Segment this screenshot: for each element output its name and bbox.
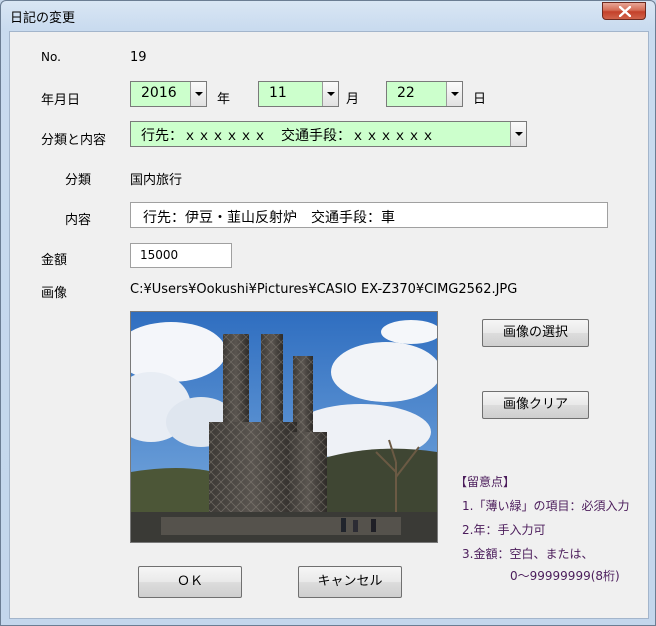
- year-value: 2016: [141, 85, 177, 101]
- content-label: 内容: [65, 213, 92, 228]
- photo-reflector-furnace: [131, 312, 437, 542]
- window-title: 日記の変更: [10, 11, 76, 26]
- chevron-down-icon: [327, 92, 335, 96]
- category-content-combo[interactable]: 行先：ｘｘｘｘｘｘ 交通手段：ｘｘｘｘｘｘ: [130, 121, 527, 147]
- close-button[interactable]: [602, 2, 646, 20]
- month-combo[interactable]: 11: [258, 81, 339, 107]
- day-unit: 日: [473, 92, 487, 107]
- day-dropdown-arrow[interactable]: [446, 82, 462, 106]
- category-content-dropdown-arrow[interactable]: [510, 122, 526, 146]
- category-content-value: 行先：ｘｘｘｘｘｘ 交通手段：ｘｘｘｘｘｘ: [141, 128, 435, 144]
- note-item: 1.「薄い緑」の項目：必須入力: [462, 499, 630, 513]
- clear-image-button[interactable]: 画像クリア: [482, 391, 589, 419]
- select-image-button[interactable]: 画像の選択: [482, 319, 589, 347]
- category-content-label: 分類と内容: [41, 133, 107, 148]
- chevron-down-icon: [195, 92, 203, 96]
- no-value: 19: [130, 50, 147, 65]
- ok-button[interactable]: ＯＫ: [138, 566, 242, 598]
- image-path: C:¥Users¥Ookushi¥Pictures¥CASIO EX-Z370¥…: [130, 282, 518, 297]
- date-label: 年月日: [41, 93, 81, 108]
- note-item: 2.年：手入力可: [462, 523, 546, 537]
- note-item: 0～99999999(8桁): [510, 569, 620, 583]
- month-unit: 月: [346, 92, 360, 107]
- title-bar[interactable]: 日記の変更: [1, 1, 655, 29]
- category-value: 国内旅行: [130, 173, 183, 188]
- amount-field[interactable]: 15000: [130, 243, 232, 268]
- image-preview: [130, 311, 438, 543]
- notes-heading: 【留意点】: [455, 475, 516, 489]
- year-combo[interactable]: 2016: [130, 81, 207, 107]
- note-item: 3.金額：空白、または、: [462, 547, 594, 561]
- amount-value: 15000: [140, 248, 179, 262]
- year-unit: 年: [217, 92, 231, 107]
- chevron-down-icon: [515, 132, 523, 136]
- amount-label: 金額: [41, 253, 68, 268]
- dialog-body: No. 19 年月日 2016 年 11 月 22 日 分類と内容 行先：ｘｘｘ…: [9, 31, 649, 619]
- month-dropdown-arrow[interactable]: [322, 82, 338, 106]
- month-value: 11: [269, 85, 287, 101]
- no-label: No.: [41, 50, 61, 64]
- close-icon: [619, 6, 631, 17]
- dialog-window: 日記の変更 No. 19 年月日 2016 年 11 月 22 日 分類と内容: [0, 0, 656, 626]
- image-label: 画像: [41, 286, 68, 301]
- year-dropdown-arrow[interactable]: [190, 82, 206, 106]
- content-value: 行先：伊豆・韮山反射炉 交通手段：車: [143, 210, 395, 226]
- content-field[interactable]: 行先：伊豆・韮山反射炉 交通手段：車: [130, 202, 608, 228]
- day-value: 22: [397, 85, 415, 101]
- cancel-button[interactable]: キャンセル: [298, 566, 402, 598]
- category-label: 分類: [65, 173, 92, 188]
- day-combo[interactable]: 22: [386, 81, 463, 107]
- chevron-down-icon: [451, 92, 459, 96]
